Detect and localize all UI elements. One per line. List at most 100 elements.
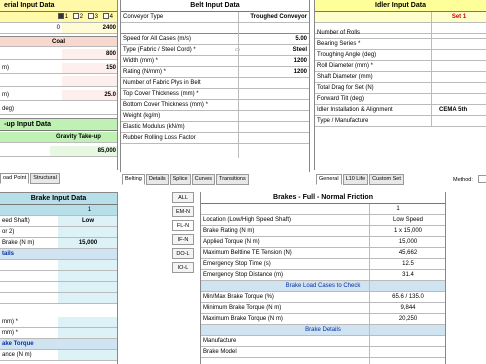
result-value (369, 336, 445, 346)
brake-row: or 2) (0, 227, 117, 238)
result-row: Min/Max Brake Torque (%) 65.6 / 135.0 (201, 292, 445, 303)
brake-value[interactable] (58, 260, 117, 270)
brake-value[interactable] (58, 271, 117, 281)
method-select[interactable] (478, 175, 486, 183)
idler-value[interactable] (431, 50, 486, 60)
brake-value[interactable] (58, 317, 117, 327)
brakes-result-title: Brakes - Full - Normal Friction (201, 192, 445, 204)
radio-3[interactable] (87, 13, 94, 20)
brake-value[interactable] (58, 227, 117, 237)
idler-value[interactable] (431, 61, 486, 71)
belt-row: Rubber Rolling Loss Factor (121, 133, 309, 144)
result-value: 20,250 (398, 316, 418, 322)
tab-do-l[interactable]: DO-L (172, 248, 194, 259)
brake-value[interactable] (58, 339, 117, 349)
belt-input-title: Belt Input Data (121, 0, 309, 12)
result-value: 15,000 (398, 239, 418, 245)
brake-value[interactable] (58, 282, 117, 292)
belt-row: Width (mm) * 1200 (121, 56, 309, 67)
idler-row: Total Drag for Set (N) (315, 83, 486, 94)
rolling-loss-input[interactable] (239, 133, 309, 143)
radio-4[interactable] (102, 13, 109, 20)
material-value[interactable]: 800 (62, 49, 117, 59)
brake-value[interactable]: 15,000 (58, 238, 117, 248)
idler-value[interactable] (431, 28, 486, 38)
count-result[interactable]: 2400 (62, 23, 117, 33)
tab-details[interactable]: Details (145, 174, 169, 185)
rating-input[interactable]: 1200 (239, 67, 309, 77)
brake-row (0, 260, 117, 271)
tab-general[interactable]: General (316, 174, 342, 185)
plys-input[interactable] (239, 78, 309, 88)
tab-belting[interactable]: Belting (122, 174, 145, 185)
tab-custom-set[interactable]: Custom Set (369, 174, 404, 185)
idler-row: Forward Tilt (deg) (315, 94, 486, 105)
material-value[interactable]: 25.0 (62, 90, 117, 100)
result-row: Manufacture (201, 336, 445, 347)
brake-value[interactable] (58, 293, 117, 303)
brake-row: mm) * (0, 317, 117, 328)
idler-value[interactable] (431, 94, 486, 104)
radio-1[interactable] (57, 13, 64, 20)
section-brake-details: Brake Details (201, 325, 445, 336)
modulus-input[interactable] (239, 122, 309, 132)
section-load-cases: Brake Load Cases to Check (201, 281, 445, 292)
tab-load-point[interactable]: oad Point (0, 173, 30, 184)
belt-row: Number of Fabric Plys in Belt (121, 78, 309, 89)
belt-tabs: Belting Details Splice Curves Transitions (122, 174, 250, 185)
left-tabs: oad Point Structural (0, 173, 61, 184)
tab-fl-n[interactable]: FL-N (172, 220, 194, 231)
idler-value[interactable] (431, 116, 486, 126)
tab-transitions[interactable]: Transitions (216, 174, 249, 185)
belt-row: Elastic Modulus (kN/m) (121, 122, 309, 133)
material-input-panel: erial Input Data 1 2 3 4 0 2400 Coal 800… (0, 0, 118, 118)
set-label[interactable]: Set 1 (431, 12, 486, 22)
width-input[interactable]: 1200 (239, 56, 309, 66)
idler-input-title: Idler Input Data (315, 0, 486, 12)
idler-value[interactable] (431, 39, 486, 49)
top-cover-input[interactable] (239, 89, 309, 99)
tab-if-n[interactable]: IF-N (172, 234, 194, 245)
count-value: 0 (56, 25, 60, 31)
material-value[interactable] (62, 104, 117, 114)
material-row: m) 25.0 (0, 90, 117, 101)
idler-value[interactable]: CEMA 5th (431, 105, 486, 115)
brake-value[interactable]: Low (58, 216, 117, 226)
speed-input[interactable]: 5.00 (239, 34, 309, 44)
bottom-cover-input[interactable] (239, 100, 309, 110)
tab-em-n[interactable]: EM-N (172, 206, 194, 217)
idler-value[interactable] (431, 72, 486, 82)
tab-structural[interactable]: Structural (30, 173, 60, 184)
brake-row: eed Shaft) Low (0, 216, 117, 227)
radio-2[interactable] (72, 13, 79, 20)
conveyor-type-select[interactable]: Troughed Conveyor (239, 12, 309, 22)
load-case-tabs: ALL EM-N FL-N IF-N DO-L IO-L (170, 192, 198, 292)
takeup-type[interactable]: Gravity Take-up (0, 132, 117, 143)
idler-value[interactable] (431, 83, 486, 93)
material-value[interactable]: 150 (62, 63, 117, 73)
brake-value[interactable] (58, 350, 117, 360)
material-value[interactable] (62, 76, 117, 86)
material-row: m) 150 (0, 63, 117, 74)
belt-row (121, 23, 309, 34)
result-row: Location (Low/High Speed Shaft) Low Spee… (201, 215, 445, 226)
belt-type-input[interactable]: Steel (239, 45, 309, 55)
takeup-value[interactable]: 85,000 (50, 146, 117, 156)
brake-value[interactable] (58, 328, 117, 338)
tab-curves[interactable]: Curves (191, 174, 216, 185)
brake-value[interactable] (58, 249, 117, 259)
tab-io-l[interactable]: IO-L (172, 262, 194, 273)
tab-l10-life[interactable]: L10 Life (342, 174, 369, 185)
idler-row: Number of Rolls (315, 28, 486, 39)
tab-splice[interactable]: Splice (169, 174, 191, 185)
material-row (0, 76, 117, 87)
weight-input[interactable] (239, 111, 309, 121)
material-row: 800 (0, 49, 117, 60)
result-value: 1 x 15,000 (393, 228, 423, 234)
brake-row (0, 282, 117, 293)
tab-all[interactable]: ALL (172, 192, 194, 203)
result-row: Emergency Stop Time (s) 12.5 (201, 259, 445, 270)
belt-row: Speed for All Cases (m/s) 5.00 (121, 34, 309, 45)
brake-row: mm) * (0, 328, 117, 339)
belt-input-panel: Belt Input Data Conveyor Type Troughed C… (120, 0, 310, 172)
